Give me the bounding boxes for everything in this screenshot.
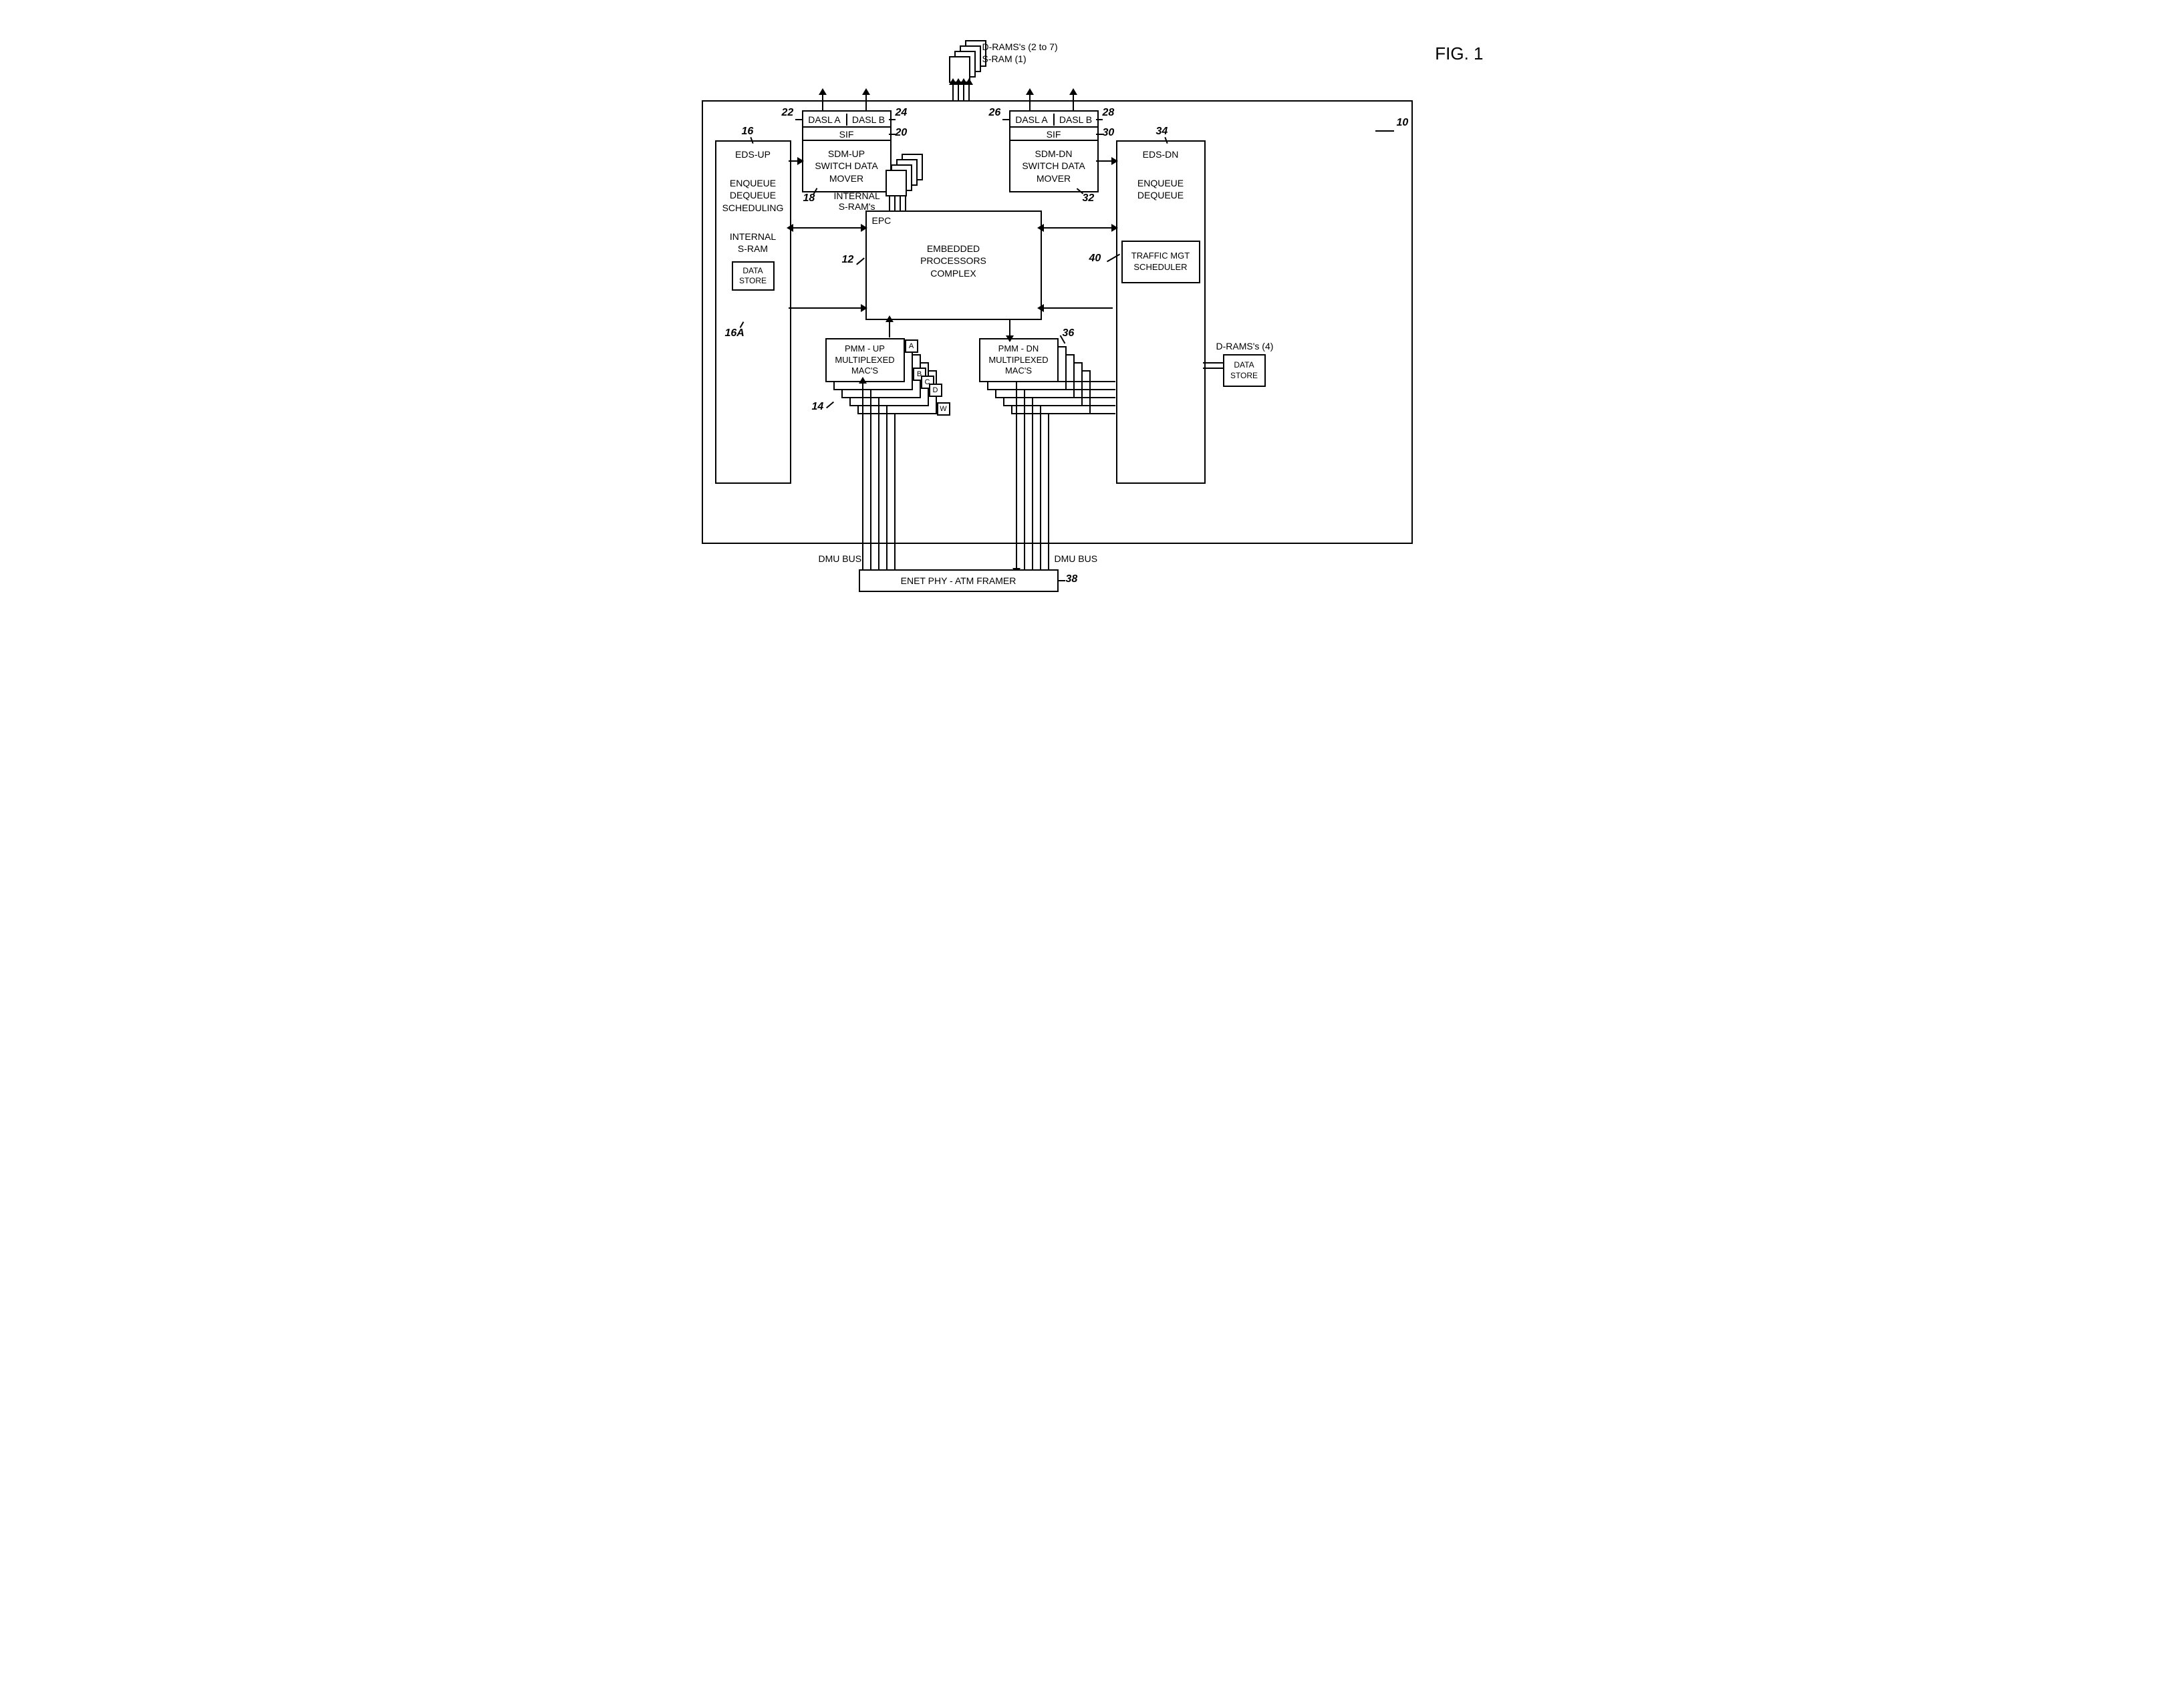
pmm-a: A xyxy=(905,339,918,353)
eds-up-store-label: DATA STORE xyxy=(739,266,767,287)
sdm-up-title: SDM-UP xyxy=(828,148,865,160)
dasl-b-left: DASL B xyxy=(847,114,890,126)
right-datastore: DATA STORE xyxy=(1223,354,1266,387)
ref-24: 24 xyxy=(896,107,908,119)
epc-tag: EPC xyxy=(867,212,897,229)
arrow-edsdn-epc-bot xyxy=(1043,307,1113,309)
ref-10: 10 xyxy=(1397,117,1409,129)
ref-38: 38 xyxy=(1066,573,1078,585)
sdm-dn-sub: SWITCH DATA MOVER xyxy=(1022,160,1085,184)
ref-32: 32 xyxy=(1083,192,1095,204)
ref-14: 14 xyxy=(812,401,824,413)
ref-18: 18 xyxy=(803,192,815,204)
ref-40: 40 xyxy=(1089,253,1101,265)
pmm-d: D xyxy=(929,384,942,397)
pmm-dn-title: PMM - DN xyxy=(998,343,1039,355)
eds-up: EDS-UP ENQUEUE DEQUEUE SCHEDULING INTERN… xyxy=(715,140,791,484)
dasl-a-left: DASL A xyxy=(803,114,847,126)
ref-30: 30 xyxy=(1103,127,1115,139)
right-dram-label: D-RAMS's (4) xyxy=(1216,341,1274,351)
dasl-b-right: DASL B xyxy=(1055,114,1097,126)
internal-srams-label: INTERNAL S-RAM's xyxy=(834,190,880,212)
ref-22: 22 xyxy=(782,107,794,119)
ref-28: 28 xyxy=(1103,107,1115,119)
ref-16a: 16A xyxy=(725,327,744,339)
top-sram-label: S-RAM (1) xyxy=(982,53,1027,64)
arrow-edsup-sdmup xyxy=(789,160,799,162)
sdm-up-sub: SWITCH DATA MOVER xyxy=(815,160,877,184)
traffic-label: TRAFFIC MGT SCHEDULER xyxy=(1131,251,1190,273)
arrow-epc-edsup-top xyxy=(792,227,862,229)
ref-20: 20 xyxy=(896,127,908,139)
ref-26: 26 xyxy=(989,107,1001,119)
eds-up-sub: ENQUEUE DEQUEUE SCHEDULING xyxy=(722,177,784,214)
epc-box: EPC EMBEDDED PROCESSORS COMPLEX xyxy=(865,210,1042,320)
eds-up-datastore: DATA STORE xyxy=(732,261,775,291)
arrow-epc-edsdn-top xyxy=(1043,227,1113,229)
enet-framer: ENET PHY - ATM FRAMER xyxy=(859,569,1059,592)
dmu-bus-right: DMU BUS xyxy=(1055,553,1098,564)
traffic-scheduler: TRAFFIC MGT SCHEDULER xyxy=(1121,241,1200,283)
epc-title: EMBEDDED PROCESSORS COMPLEX xyxy=(920,243,986,279)
ref-36: 36 xyxy=(1063,327,1075,339)
ref-12: 12 xyxy=(842,254,854,266)
sdm-dn: SDM-DN SWITCH DATA MOVER xyxy=(1009,140,1099,192)
pmm-up-title: PMM - UP xyxy=(845,343,885,355)
pmm-dn-sub: MULTIPLEXED MAC'S xyxy=(988,355,1048,378)
ref-16: 16 xyxy=(742,126,754,138)
eds-up-sram: INTERNAL S-RAM xyxy=(730,231,776,255)
sdm-dn-title: SDM-DN xyxy=(1035,148,1073,160)
figure-title: FIG. 1 xyxy=(1435,43,1483,64)
dmu-bus-left: DMU BUS xyxy=(819,553,862,564)
eds-dn-sub: ENQUEUE DEQUEUE xyxy=(1137,177,1184,201)
arrow-sdmdn-edsdn xyxy=(1096,160,1113,162)
sdm-up: SDM-UP SWITCH DATA MOVER xyxy=(802,140,892,192)
pmm-w: W xyxy=(937,402,950,416)
right-store-label: DATA STORE xyxy=(1230,360,1258,381)
eds-up-title: EDS-UP xyxy=(735,148,771,160)
dasl-a-right: DASL A xyxy=(1010,114,1055,126)
eds-dn-title: EDS-DN xyxy=(1143,148,1179,160)
ref-34: 34 xyxy=(1156,126,1168,138)
pmm-up-sub: MULTIPLEXED MAC'S xyxy=(835,355,894,378)
top-dram-label: D-RAMS's (2 to 7) xyxy=(982,41,1058,52)
arrow-edsup-epc-bot xyxy=(789,307,862,309)
eds-dn: EDS-DN ENQUEUE DEQUEUE xyxy=(1116,140,1206,484)
